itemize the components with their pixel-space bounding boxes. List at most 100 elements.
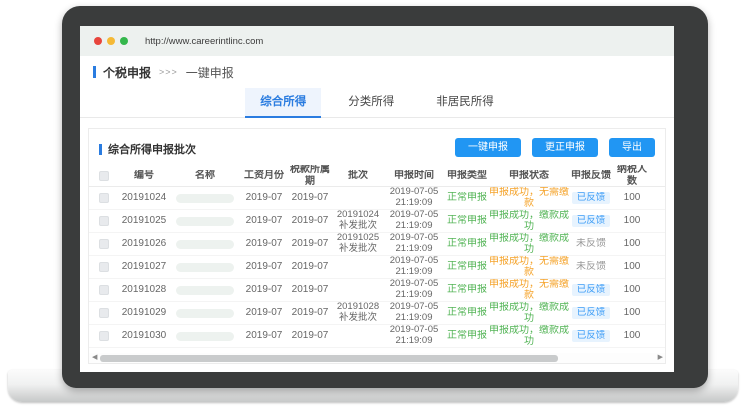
feedback-cell: 已反馈 [569,307,613,320]
row-checkbox[interactable] [99,239,109,249]
correction-filing-button[interactable]: 更正申报 [532,138,598,157]
filing-clock: 21:19:09 [383,244,445,255]
feedback-cell: 已反馈 [569,192,613,205]
salary-month-cell: 2019-07 [241,192,287,204]
row-checkbox[interactable] [99,308,109,318]
name-placeholder [176,263,234,272]
tax-period-cell: 2019-07 [287,215,333,227]
filing-status-cell: 申报成功，缴款成功 [489,302,569,325]
traffic-light-minimize-icon[interactable] [107,37,115,45]
table-row: 201910242019-072019-072019-07-0521:19:09… [89,187,666,210]
panel-actions: 一键申报 更正申报 导出 [455,138,655,157]
feedback-cell: 未反馈 [569,238,613,250]
laptop-bezel: http://www.careerintlinc.com 个税申报 >>> 一键… [62,6,708,388]
column-header: 申报反馈 [569,170,613,182]
tax-period-cell: 2019-07 [287,192,333,204]
tab-comprehensive-income[interactable]: 综合所得 [245,88,321,118]
tax-period-cell: 2019-07 [287,238,333,250]
table-row: 201910252019-072019-0720191024 补发批次2019-… [89,210,666,233]
feedback-badge: 已反馈 [572,192,611,205]
filing-time-cell: 2019-07-0521:19:09 [383,325,445,347]
name-placeholder [176,286,234,295]
row-checkbox[interactable] [99,285,109,295]
column-header: 税款所属期 [287,165,333,187]
table-row: 201910292019-072019-0720191028 补发批次2019-… [89,302,666,325]
tax-period-cell: 2019-07 [287,330,333,342]
feedback-cell: 未反馈 [569,261,613,273]
row-checkbox[interactable] [99,331,109,341]
row-checkbox-cell [89,308,119,318]
table-row: 201910302019-072019-072019-07-0521:19:09… [89,325,666,348]
filing-status-cell: 申报成功，缴款成功 [489,325,569,348]
table-header-row: 编号名称工资月份税款所属期批次申报时间申报类型申报状态申报反馈纳税人数 [89,165,666,187]
table-row: 201910262019-072019-0720191025 补发批次2019-… [89,233,666,256]
clipped-cell: 11 [651,215,666,227]
column-header: 申报类型 [445,170,489,182]
taxpayer-count-cell: 100 [613,330,651,342]
tab-nonresident-income[interactable]: 非居民所得 [421,88,509,118]
table-body: 201910242019-072019-072019-07-0521:19:09… [89,187,666,348]
salary-month-cell: 2019-07 [241,330,287,342]
taxpayer-count-cell: 100 [613,284,651,296]
column-header: 申报状态 [489,170,569,182]
horizontal-scrollbar[interactable]: ◀ ▶ [89,353,666,363]
filing-type-cell: 正常申报 [445,215,489,227]
traffic-light-maximize-icon[interactable] [120,37,128,45]
traffic-light-close-icon[interactable] [94,37,102,45]
column-header: 工资月份 [241,170,287,182]
table-row: 201910272019-072019-072019-07-0521:19:09… [89,256,666,279]
name-cell [169,286,241,295]
one-click-filing-button[interactable]: 一键申报 [455,138,521,157]
address-bar-url[interactable]: http://www.careerintlinc.com [145,36,263,47]
column-header: 纳税人数 [613,165,651,187]
table-row: 20191028 2019-072019-07 2019-07-0521:19:09… [89,279,666,302]
row-checkbox[interactable] [99,262,109,272]
breadcrumb: 个税申报 >>> 一键申报 [93,64,234,80]
filing-status-cell: 申报成功，无需缴款 [489,279,569,302]
feedback-badge: 已反馈 [572,284,611,297]
name-placeholder [176,332,234,341]
filing-time-cell: 2019-07-0521:19:09 [383,279,445,301]
tab-classified-income[interactable]: 分类所得 [333,88,409,118]
clipped-cell: 11 [651,307,666,319]
salary-month-cell: 2019-07 [241,261,287,273]
filing-clock: 21:19:09 [383,290,445,301]
feedback-badge: 已反馈 [572,215,611,228]
filing-clock: 21:19:09 [383,221,445,232]
filing-type-cell: 正常申报 [445,330,489,342]
feedback-cell: 已反馈 [569,215,613,228]
tax-period-cell: 2019-07 [287,284,333,296]
batch-id-cell: 20191028 [119,284,169,296]
row-checkbox[interactable] [99,193,109,203]
batch-id-cell: 20191027 [119,261,169,273]
clipped-cell: 11 [651,330,666,342]
batch-id-cell: 20191025 [119,215,169,227]
breadcrumb-page: 一键申报 [186,64,234,81]
filing-clock: 21:19:09 [383,313,445,324]
row-checkbox-cell [89,216,119,226]
batch-id-cell: 20191024 [119,192,169,204]
clipped-cell: 11 [651,284,666,296]
name-placeholder [176,194,234,203]
batch-id-cell: 20191029 [119,307,169,319]
row-checkbox-cell [89,285,119,295]
filing-status-cell: 申报成功，缴款成功 [489,210,569,233]
scrollbar-thumb[interactable] [100,355,558,362]
batch-ref-cell: 20191028 补发批次 [333,302,383,324]
browser-toolbar: http://www.careerintlinc.com [80,26,674,56]
feedback-badge: 未反馈 [569,238,613,250]
row-checkbox[interactable] [99,216,109,226]
filing-type-cell: 正常申报 [445,307,489,319]
column-header: 名称 [169,170,241,182]
row-checkbox-cell [89,239,119,249]
salary-month-cell: 2019-07 [241,307,287,319]
row-checkbox-cell [89,193,119,203]
panel-accent-bar [99,144,102,155]
export-button[interactable]: 导出 [609,138,655,157]
scroll-left-arrow-icon[interactable]: ◀ [92,353,97,363]
salary-month-cell: 2019-07 [241,284,287,296]
filing-type-cell: 正常申报 [445,238,489,250]
scroll-right-arrow-icon[interactable]: ▶ [658,353,663,363]
select-all-checkbox[interactable] [99,171,109,181]
name-cell [169,309,241,318]
